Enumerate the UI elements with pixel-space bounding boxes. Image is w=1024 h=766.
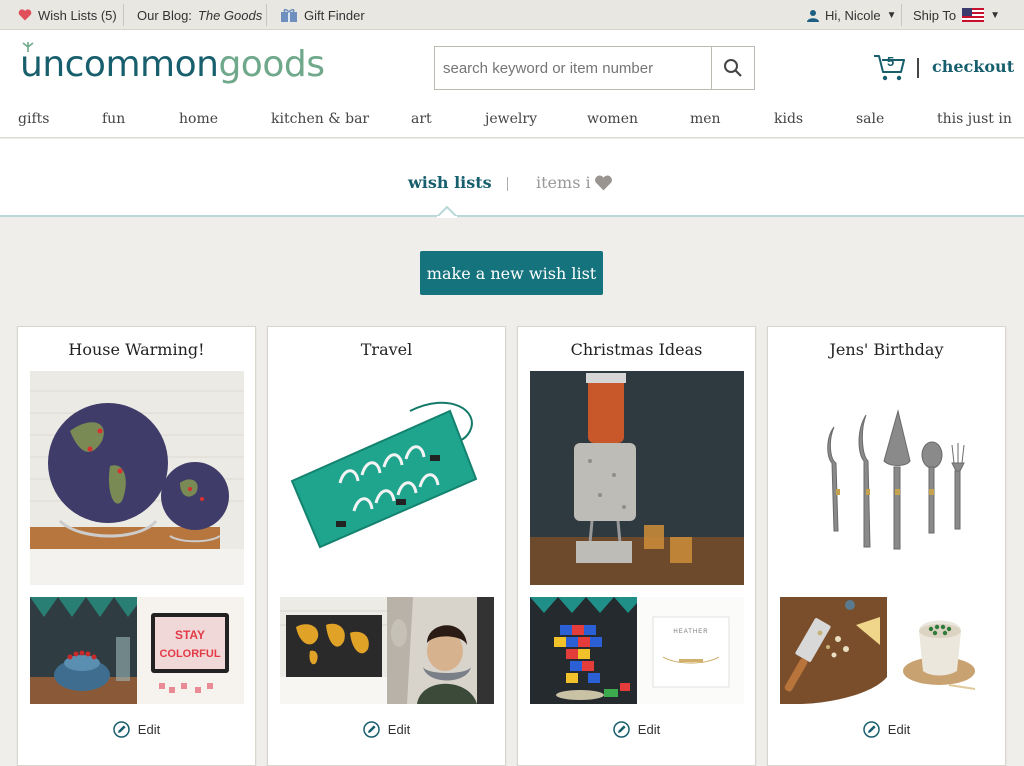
card-title: Jens' Birthday [829, 340, 944, 359]
gift-finder-link[interactable]: Gift Finder [268, 0, 377, 30]
account-menu[interactable]: Hi, Nicole ▼ [795, 0, 909, 30]
edit-pencil-icon [113, 721, 130, 738]
serving-utensils-image [780, 371, 994, 585]
wishlist-card-jens-birthday[interactable]: Jens' Birthday Edit [767, 326, 1006, 766]
edit-pencil-icon [613, 721, 630, 738]
scratch-map-image [280, 597, 387, 704]
necklace-name: HEATHER [673, 629, 708, 635]
search-input[interactable] [435, 47, 712, 89]
card-main-image [30, 371, 244, 585]
nav-women[interactable]: women [587, 111, 638, 127]
card-thumb [387, 597, 494, 704]
nav-fun[interactable]: fun [102, 111, 125, 127]
checkout-link[interactable]: checkout [932, 57, 1014, 76]
wishlists-link[interactable]: Wish Lists (5) [6, 0, 129, 30]
nav-this-just-in[interactable]: this just in [937, 111, 1012, 127]
gift-icon [281, 8, 297, 22]
match-striker-image [887, 597, 994, 704]
edit-label: Edit [387, 722, 411, 737]
cart-button[interactable]: 5 [873, 52, 907, 82]
edit-label: Edit [637, 722, 661, 737]
card-title: Travel [360, 340, 413, 359]
sprout-icon [22, 42, 34, 52]
card-title: Christmas Ideas [570, 340, 703, 359]
search-icon [724, 59, 742, 77]
divider [917, 58, 919, 78]
chevron-down-icon: ▼ [886, 9, 897, 21]
card-main-image [780, 371, 994, 585]
blog-label: Our Blog: [137, 7, 192, 23]
tab-wish-lists[interactable]: wish lists [408, 173, 492, 192]
card-thumb [780, 597, 887, 704]
card-thumb: STAY COLORFUL [137, 597, 244, 704]
chevron-down-icon: ▼ [990, 9, 1001, 21]
us-flag-icon [962, 8, 985, 22]
wishlist-tabs: wish lists items i [0, 139, 1024, 217]
nav-jewelry[interactable]: jewelry [485, 111, 537, 127]
travel-pillow-image [387, 597, 494, 704]
cart-count: 5 [887, 54, 895, 69]
search-box [434, 46, 755, 90]
logo-text-1: uncommon [20, 44, 219, 85]
drink-dispenser-image [530, 371, 744, 585]
logo-text-2: goods [218, 44, 325, 85]
edit-pencil-icon [363, 721, 380, 738]
heart-icon [18, 9, 32, 21]
heart-icon [594, 175, 612, 190]
card-main-image [280, 371, 494, 585]
blog-link[interactable]: Our Blog: The Goods [125, 0, 274, 30]
edit-button[interactable]: Edit [18, 721, 255, 738]
edit-pencil-icon [863, 721, 880, 738]
search-button[interactable] [711, 47, 754, 89]
nav-kitchen-bar[interactable]: kitchen & bar [271, 111, 369, 127]
wishlist-card-christmas-ideas[interactable]: Christmas Ideas HEATHER Edit [517, 326, 756, 766]
card-thumb [30, 597, 137, 704]
nav-kids[interactable]: kids [774, 111, 803, 127]
lightbox-line2: COLORFUL [159, 648, 220, 660]
tab-divider [507, 177, 508, 191]
edit-label: Edit [137, 722, 161, 737]
user-icon [807, 9, 819, 22]
nav-home[interactable]: home [179, 111, 218, 127]
lightbox-image: STAY COLORFUL [137, 597, 244, 704]
match-holder-image [30, 597, 137, 704]
wishlist-card-travel[interactable]: Travel Edit [267, 326, 506, 766]
edit-button[interactable]: Edit [768, 721, 1005, 738]
card-thumb [530, 597, 637, 704]
edit-label: Edit [887, 722, 911, 737]
card-thumb [280, 597, 387, 704]
name-necklace-image: HEATHER [637, 597, 744, 704]
ship-to-menu[interactable]: Ship To ▼ [901, 0, 1012, 30]
user-label: Hi, Nicole [825, 7, 881, 23]
new-wish-list-button[interactable]: make a new wish list [420, 251, 603, 295]
nav-gifts[interactable]: gifts [18, 111, 49, 127]
main-nav: gifts fun home kitchen & bar art jewelry… [0, 108, 1024, 138]
ship-to-label: Ship To [913, 7, 957, 23]
nav-sale[interactable]: sale [856, 111, 884, 127]
block-lamp-image [530, 597, 637, 704]
card-main-image [530, 371, 744, 585]
gift-finder-label: Gift Finder [304, 7, 365, 23]
edit-button[interactable]: Edit [268, 721, 505, 738]
card-title: House Warming! [68, 340, 205, 359]
lightbox-line1: STAY [175, 628, 205, 642]
wishlists-label: Wish Lists (5) [38, 7, 117, 23]
globe-image [30, 371, 244, 585]
utility-bar: Wish Lists (5) Our Blog: The Goods Gift … [0, 0, 1024, 30]
card-thumb: HEATHER [637, 597, 744, 704]
site-logo[interactable]: uncommongoods [20, 42, 325, 85]
blog-name: The Goods [197, 7, 263, 23]
cheese-board-image [780, 597, 887, 704]
card-thumb [887, 597, 994, 704]
cord-organizer-image [280, 371, 494, 585]
active-tab-pointer [437, 206, 457, 218]
site-header: uncommongoods 5 checkout gifts fun home … [0, 30, 1024, 138]
nav-art[interactable]: art [411, 111, 432, 127]
edit-button[interactable]: Edit [518, 721, 755, 738]
wishlist-card-house-warming[interactable]: House Warming! STAY COLORFUL Edit [17, 326, 256, 766]
tab-items-i-heart[interactable]: items i [536, 173, 613, 192]
tab-items-label: items i [536, 173, 591, 192]
nav-men[interactable]: men [690, 111, 721, 127]
